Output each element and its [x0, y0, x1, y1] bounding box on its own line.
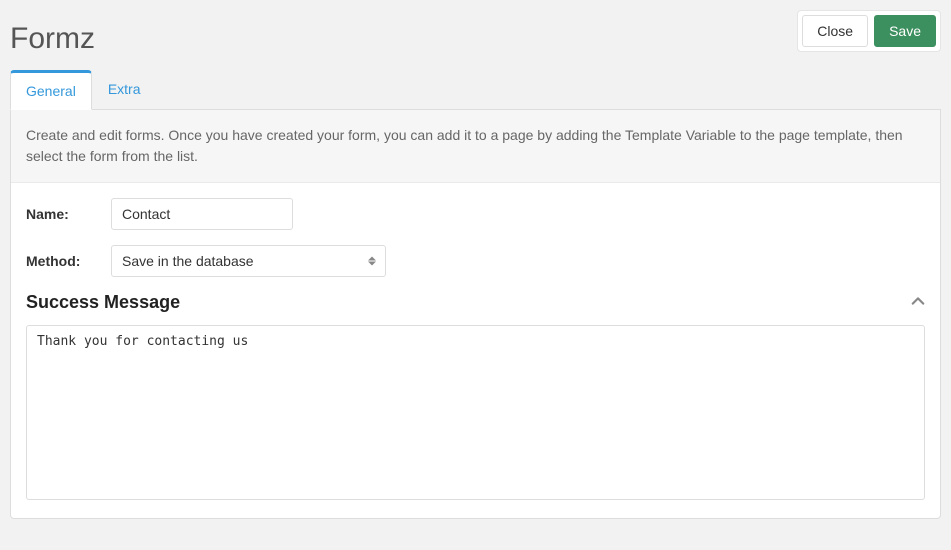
form-body: Name: Method: Save in the database Succe…	[11, 183, 940, 518]
close-button[interactable]: Close	[802, 15, 868, 47]
tab-extra[interactable]: Extra	[92, 70, 157, 110]
page-title: Formz	[10, 10, 95, 56]
description-text: Create and edit forms. Once you have cre…	[11, 110, 940, 183]
chevron-up-icon[interactable]	[911, 294, 925, 311]
tab-general[interactable]: General	[10, 70, 92, 110]
success-message-title: Success Message	[26, 292, 180, 313]
tab-panel: Create and edit forms. Once you have cre…	[10, 109, 941, 519]
action-buttons: Close Save	[797, 10, 941, 52]
method-label: Method:	[26, 253, 111, 269]
name-row: Name:	[26, 198, 925, 230]
name-input[interactable]	[111, 198, 293, 230]
name-label: Name:	[26, 206, 111, 222]
success-message-textarea[interactable]	[26, 325, 925, 500]
tabs: General Extra	[0, 56, 951, 109]
method-row: Method: Save in the database	[26, 245, 925, 277]
method-select[interactable]: Save in the database	[111, 245, 386, 277]
method-select-wrap: Save in the database	[111, 245, 386, 277]
success-message-header: Success Message	[26, 292, 925, 313]
save-button[interactable]: Save	[874, 15, 936, 47]
